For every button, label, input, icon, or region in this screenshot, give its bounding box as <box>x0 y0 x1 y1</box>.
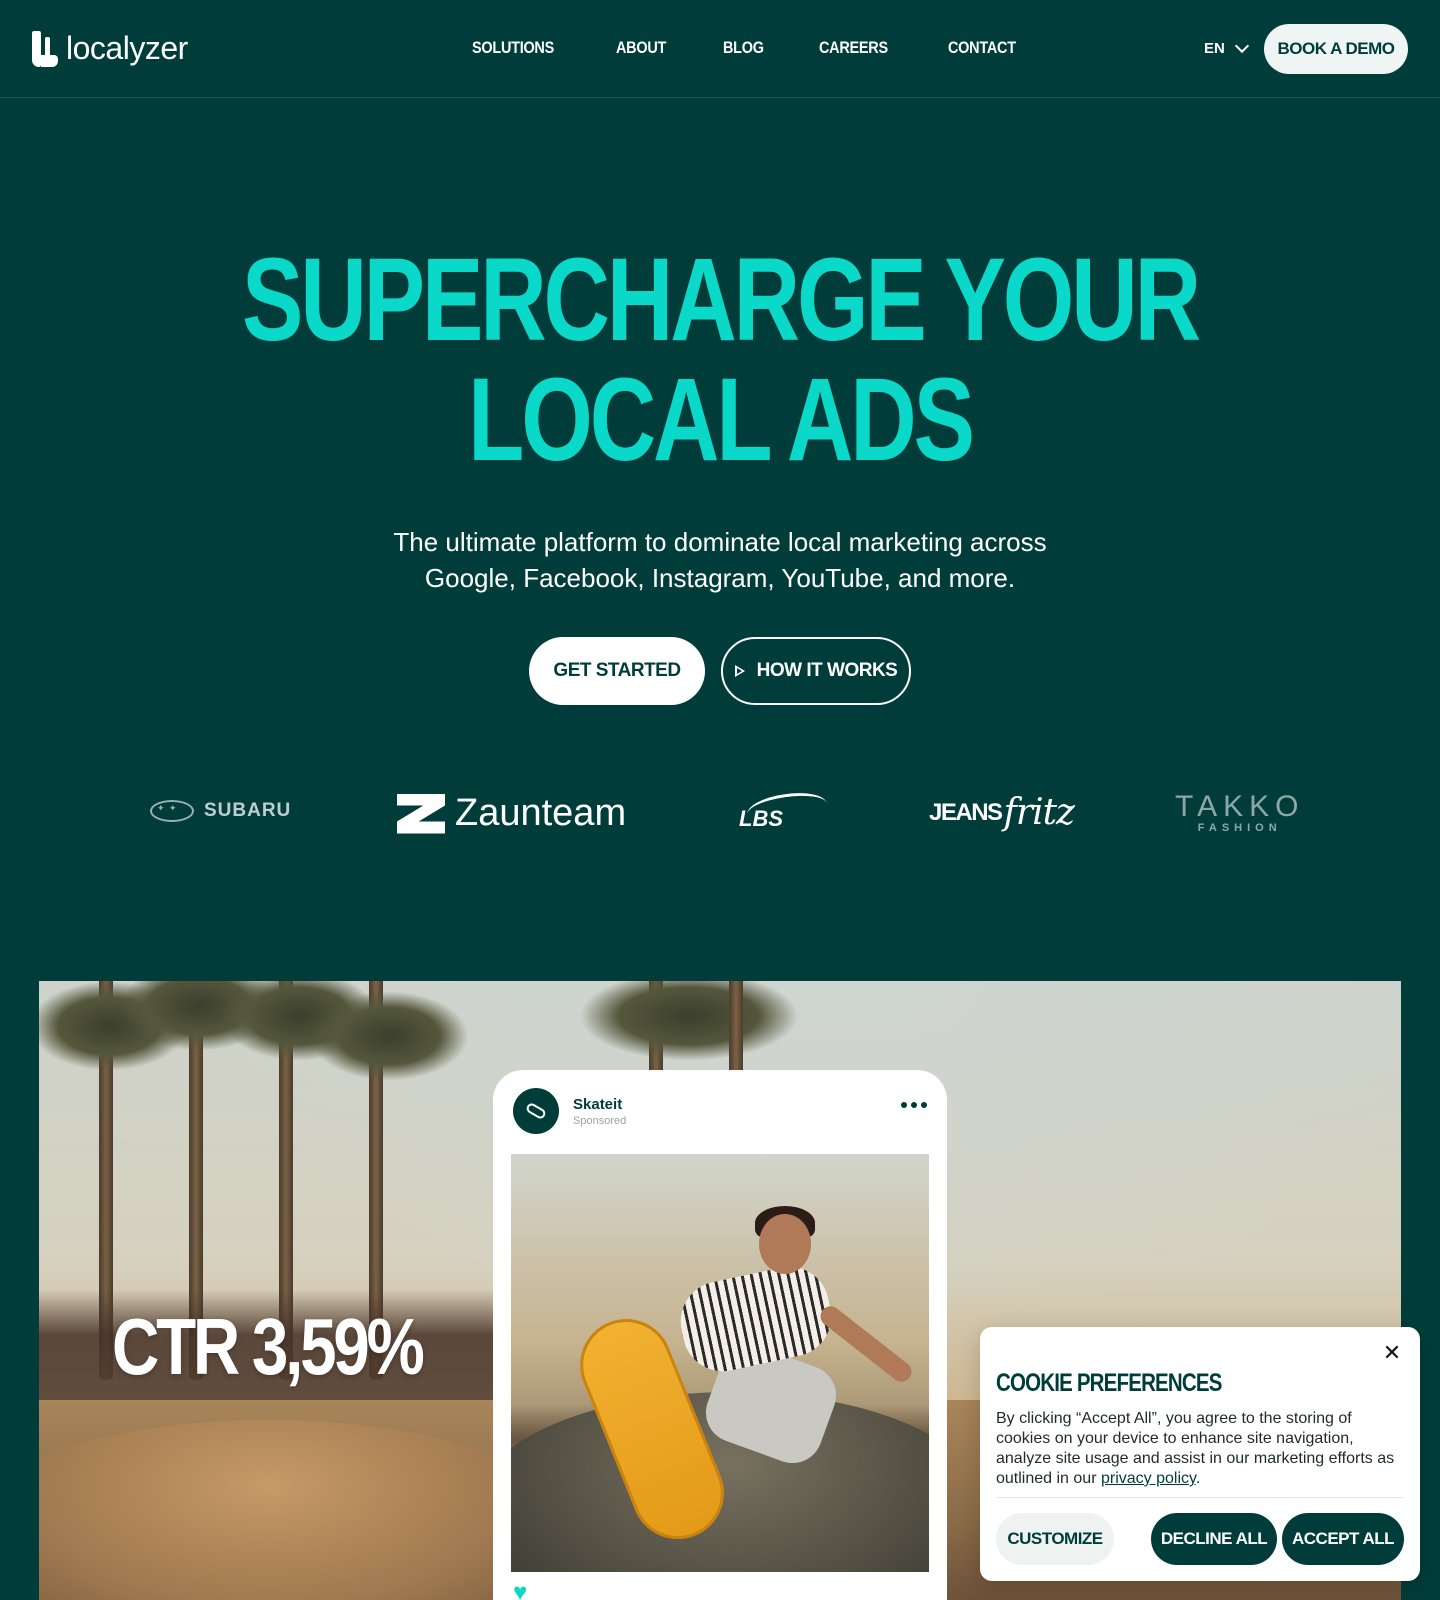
lbs-wordmark: LBS <box>739 806 783 831</box>
site-header: localyzer SOLUTIONS ABOUT BLOG CAREERS C… <box>0 0 1440 98</box>
chevron-down-icon <box>1234 38 1249 54</box>
hero-subtitle-line-1: The ultimate platform to dominate local … <box>393 527 1047 557</box>
account-avatar[interactable] <box>513 1088 559 1134</box>
nav-blog[interactable]: BLOG <box>723 38 764 58</box>
lbs-logo: LBS <box>727 788 829 834</box>
privacy-policy-link[interactable]: privacy policy <box>1101 1470 1196 1487</box>
more-options-icon[interactable] <box>901 1102 927 1108</box>
cookie-text: By clicking “Accept All”, you agree to t… <box>996 1409 1401 1489</box>
language-selector[interactable]: EN <box>1204 38 1249 57</box>
zaunteam-wordmark: Zaunteam <box>455 792 627 834</box>
hero-subtitle: The ultimate platform to dominate local … <box>370 524 1070 596</box>
nav-solutions[interactable]: SOLUTIONS <box>472 38 554 58</box>
get-started-button[interactable]: GET STARTED <box>529 637 705 705</box>
how-it-works-button[interactable]: HOW IT WORKS <box>721 637 911 705</box>
account-name[interactable]: Skateit <box>573 1096 626 1113</box>
jeans-wordmark: JEANS <box>929 798 1003 826</box>
hero-title-line-1: SUPERCHARGE YOUR <box>242 234 1201 366</box>
accept-all-button[interactable]: ACCEPT ALL <box>1282 1513 1404 1565</box>
cookie-banner: ✕ COOKIE PREFERENCES By clicking “Accept… <box>980 1327 1420 1581</box>
hero-title-line-2: LOCAL ADS <box>468 354 975 486</box>
skateboard-icon <box>524 1101 548 1121</box>
language-label: EN <box>1204 40 1225 57</box>
main-nav: SOLUTIONS ABOUT BLOG CAREERS CONTACT <box>472 38 1028 58</box>
takko-wordmark: TAKKO <box>1175 790 1305 823</box>
nav-careers[interactable]: CAREERS <box>819 38 888 58</box>
heart-icon[interactable]: ♥ <box>513 1581 539 1600</box>
takko-subline: FASHION <box>1197 822 1282 834</box>
decline-all-button[interactable]: DECLINE ALL <box>1151 1513 1277 1565</box>
localyzer-logo[interactable]: localyzer <box>32 30 188 67</box>
hero-subtitle-line-2: Google, Facebook, Instagram, YouTube, an… <box>424 563 1016 593</box>
customize-button[interactable]: CUSTOMIZE <box>996 1513 1114 1565</box>
hero-title: SUPERCHARGE YOUR LOCAL ADS <box>0 240 1440 480</box>
close-icon[interactable]: ✕ <box>1382 1342 1402 1364</box>
social-ad-card: Skateit Sponsored ♥ <box>493 1070 947 1600</box>
book-demo-button[interactable]: BOOK A DEMO <box>1264 24 1408 74</box>
how-it-works-label: HOW IT WORKS <box>756 660 898 681</box>
cookie-title: COOKIE PREFERENCES <box>996 1369 1222 1397</box>
nav-about[interactable]: ABOUT <box>616 38 666 58</box>
nav-contact[interactable]: CONTACT <box>948 38 1016 58</box>
zaunteam-logo: Zaunteam <box>397 792 626 835</box>
ctr-metric: CTR 3,59% <box>112 1302 425 1391</box>
logo-text: localyzer <box>66 30 188 66</box>
subaru-wordmark: SUBARU <box>204 800 292 821</box>
post-image <box>511 1154 929 1572</box>
cookie-divider <box>996 1497 1404 1498</box>
cookie-text-end: . <box>1195 1470 1201 1487</box>
takko-logo: TAKKO FASHION <box>1175 790 1304 834</box>
play-icon <box>734 665 745 677</box>
jeans-fritz-logo: JEANS fritz <box>929 792 1075 833</box>
logo-mark-icon <box>32 30 58 67</box>
subaru-emblem-icon <box>150 800 194 822</box>
post-header: Skateit Sponsored <box>513 1088 626 1134</box>
sponsored-label: Sponsored <box>573 1114 627 1127</box>
fritz-wordmark: fritz <box>1003 792 1075 833</box>
subaru-logo: SUBARU <box>150 800 291 822</box>
zaunteam-z-icon <box>397 793 445 834</box>
post-actions: ♥ <box>513 1581 539 1600</box>
